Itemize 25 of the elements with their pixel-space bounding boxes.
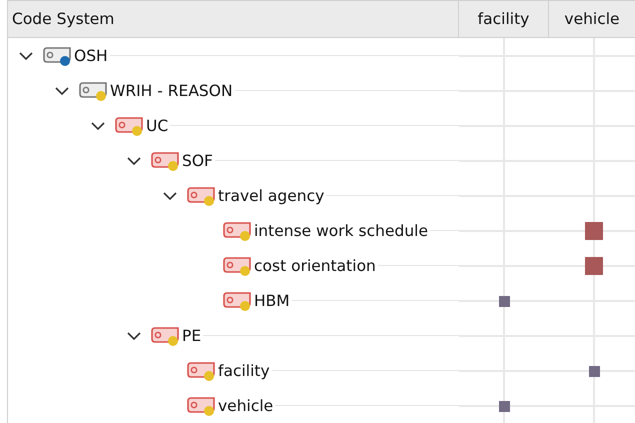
code-label[interactable]: WRIH - REASON — [110, 82, 233, 100]
chevron-icon[interactable] — [19, 50, 33, 60]
code-label[interactable]: UC — [146, 116, 168, 134]
chevron-icon[interactable] — [163, 190, 177, 200]
code-marker[interactable] — [498, 296, 510, 306]
code-label[interactable]: SOF — [182, 152, 213, 170]
chevron-icon[interactable] — [55, 86, 69, 96]
code-marker[interactable] — [588, 366, 600, 376]
chevron-icon[interactable] — [127, 156, 141, 166]
code-label[interactable]: HBM — [254, 292, 290, 310]
chevron-icon[interactable] — [127, 330, 141, 340]
column-header[interactable]: vehicle — [549, 1, 635, 37]
chevron-icon[interactable] — [91, 120, 105, 130]
column-header[interactable]: Code System — [8, 1, 459, 37]
code-marker[interactable] — [585, 222, 603, 240]
code-label[interactable]: vehicle — [218, 396, 274, 414]
code-marker[interactable] — [498, 400, 510, 412]
code-label[interactable]: travel agency — [218, 186, 324, 204]
code-marker[interactable] — [585, 257, 603, 275]
code-label[interactable]: cost orientation — [254, 256, 376, 274]
code-label[interactable]: intense work schedule — [254, 222, 428, 240]
code-label[interactable]: PE — [182, 326, 202, 344]
code-label[interactable]: OSH — [74, 46, 108, 64]
column-header[interactable]: facility — [459, 1, 549, 37]
code-label[interactable]: facility — [218, 362, 270, 380]
